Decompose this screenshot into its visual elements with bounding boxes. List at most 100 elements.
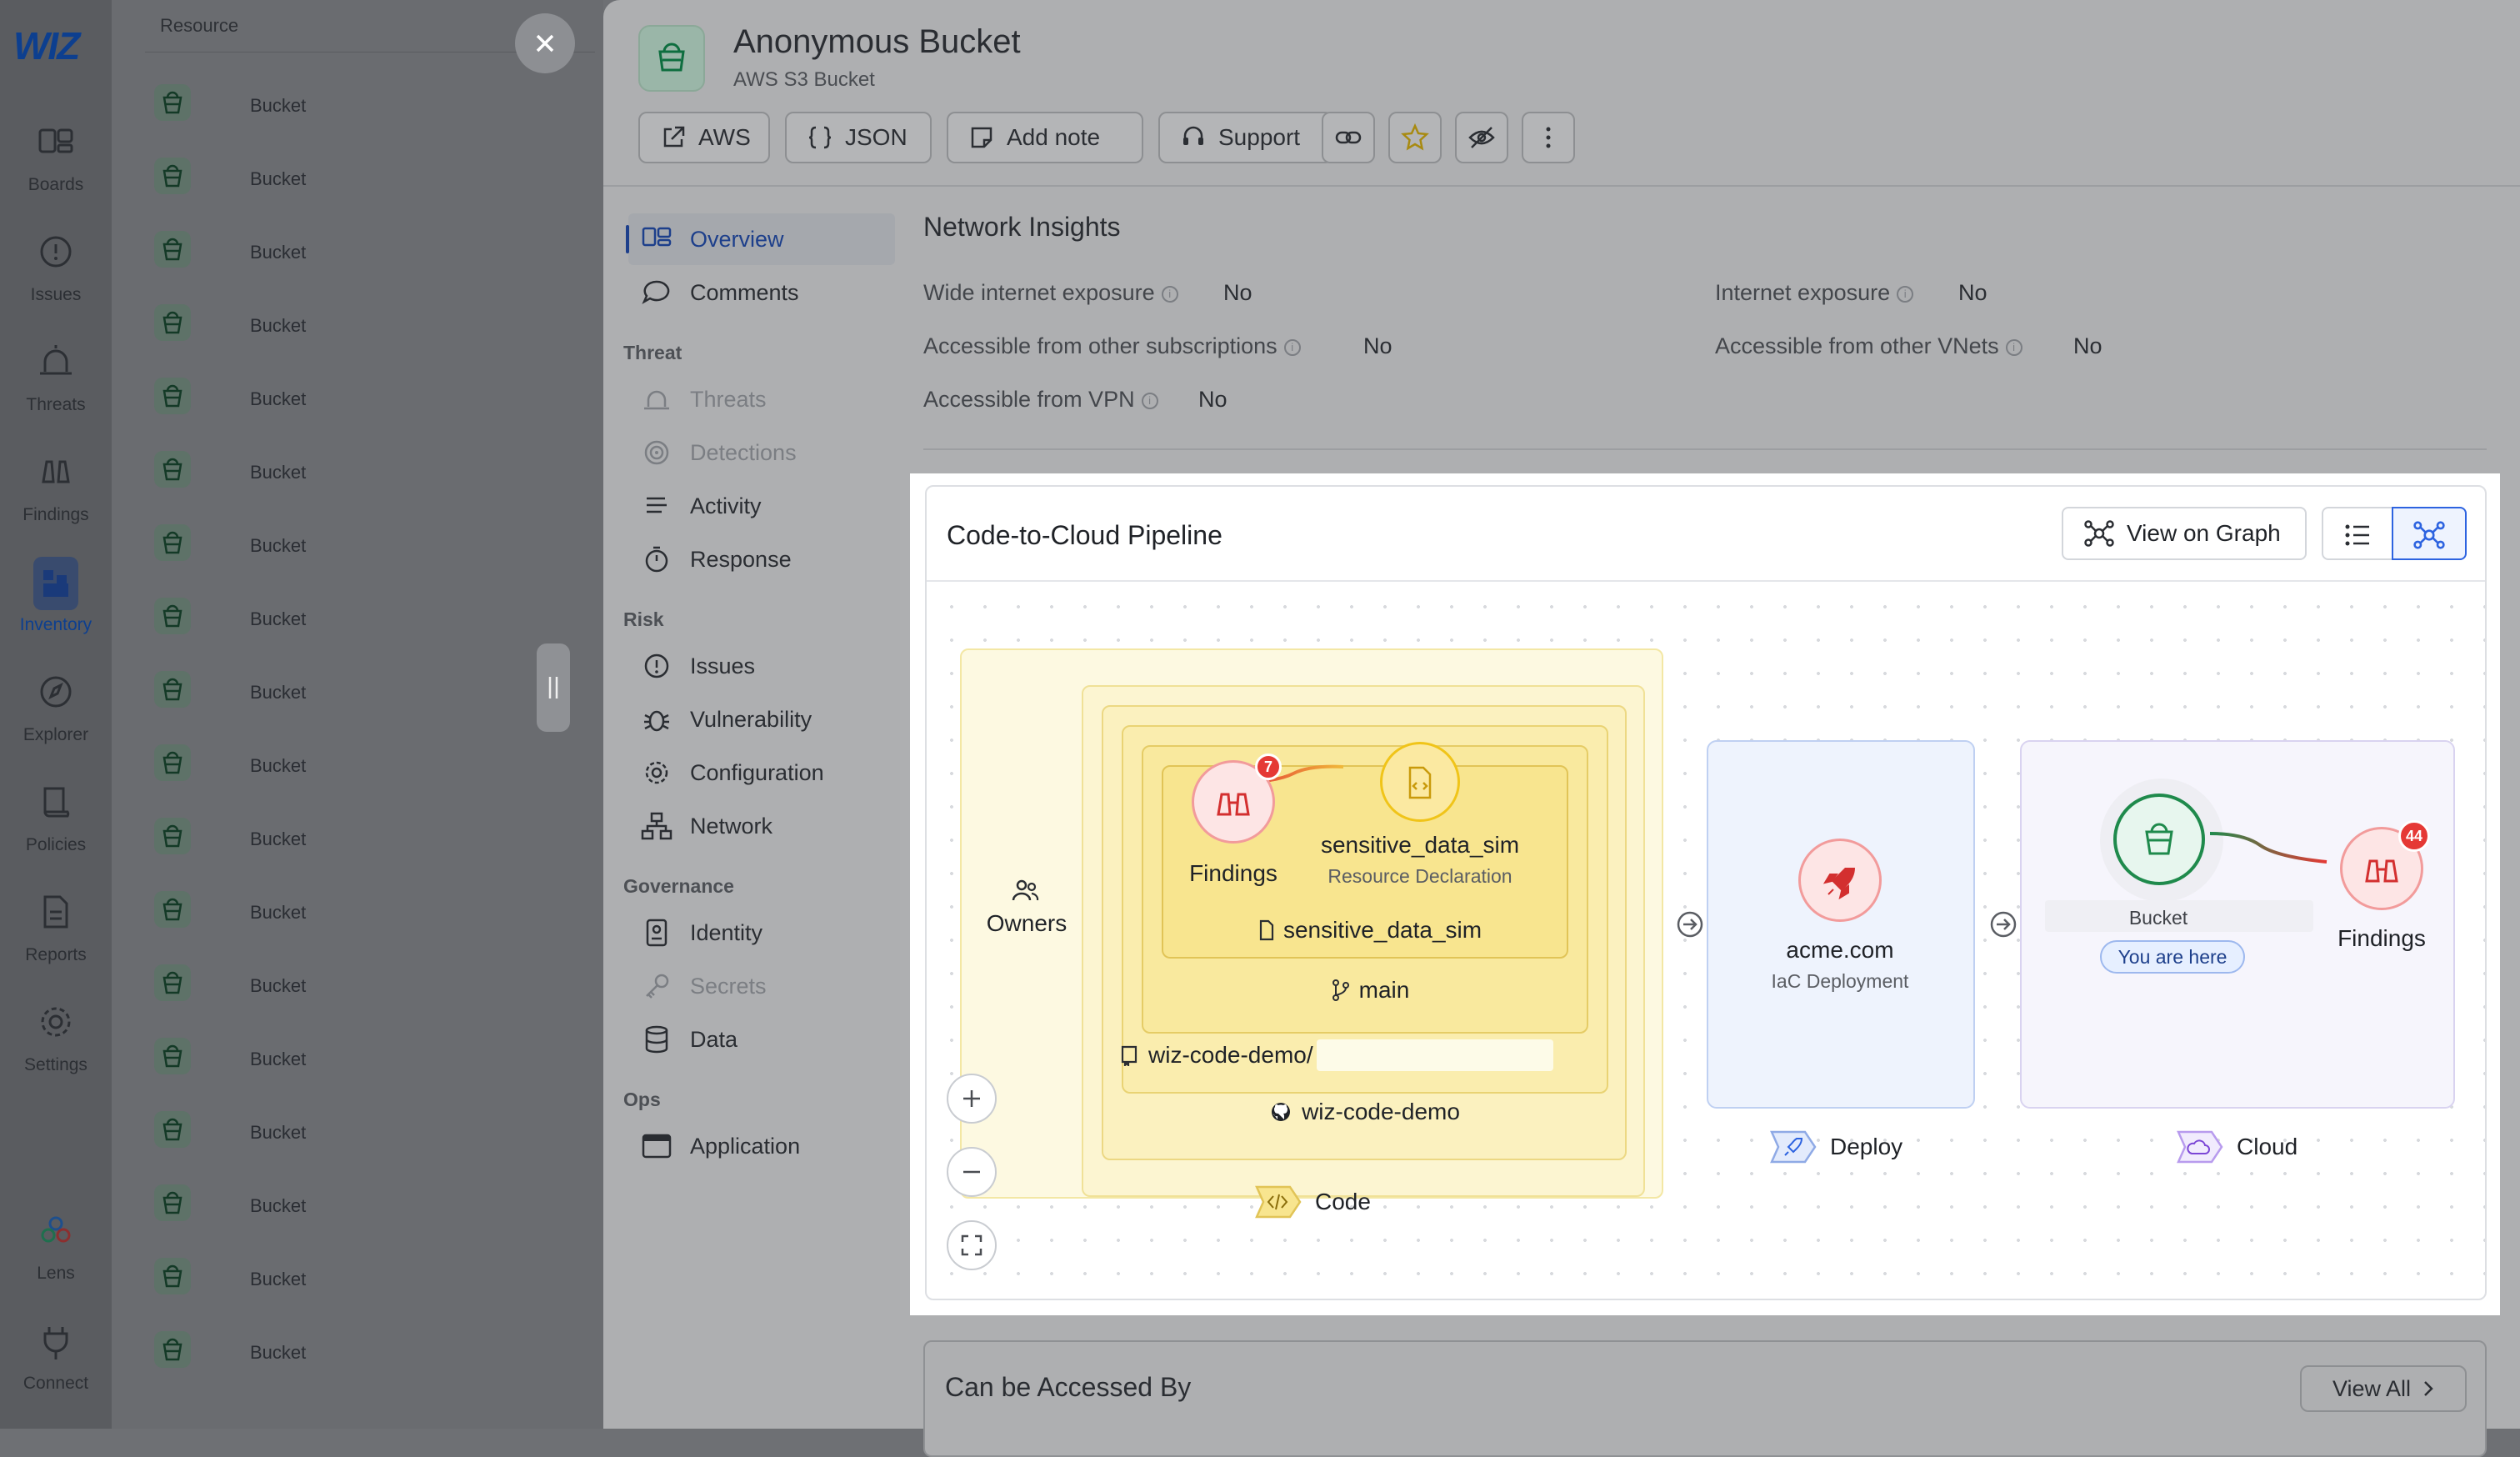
nav-reports[interactable]: Reports	[0, 894, 112, 994]
issues-icon	[40, 236, 72, 268]
info-icon[interactable]: i	[1161, 285, 1178, 303]
resource-row[interactable]: Bucket	[153, 303, 595, 377]
fit-view-button[interactable]	[947, 1220, 997, 1270]
deploy-stage-group	[1707, 740, 1975, 1109]
nav-explorer[interactable]: Explorer	[0, 673, 112, 774]
info-icon[interactable]: i	[2005, 338, 2022, 356]
resource-name: Bucket	[250, 902, 307, 923]
close-drawer-button[interactable]	[515, 13, 575, 73]
resource-row[interactable]: Bucket	[153, 1184, 595, 1257]
bucket-label: Bucket	[2128, 907, 2188, 929]
resource-row[interactable]: Bucket	[153, 230, 595, 303]
iac-deployment-node[interactable]	[1798, 839, 1882, 922]
resource-row[interactable]: Bucket	[153, 157, 595, 230]
menu-label: Response	[690, 546, 792, 572]
resource-declaration-node[interactable]	[1380, 742, 1460, 822]
resource-row[interactable]: Bucket	[153, 1257, 595, 1330]
graph-view-toggle[interactable]	[2392, 507, 2467, 560]
resize-handle[interactable]	[537, 643, 570, 732]
info-icon[interactable]: i	[1141, 392, 1158, 409]
bucket-icon	[154, 744, 191, 781]
list-view-toggle[interactable]	[2322, 507, 2393, 560]
info-icon[interactable]: i	[1283, 338, 1301, 356]
explorer-icon	[40, 676, 72, 708]
menu-response[interactable]: Response	[628, 533, 895, 585]
info-icon[interactable]: i	[1897, 285, 1914, 303]
zoom-out-button[interactable]	[947, 1147, 997, 1197]
aws-button[interactable]: AWS	[638, 112, 770, 163]
resource-row[interactable]: Bucket	[153, 1110, 595, 1184]
resource-row[interactable]: Bucket	[153, 817, 595, 890]
zoom-in-button[interactable]	[947, 1074, 997, 1124]
menu-label: Threats	[690, 386, 767, 412]
nav-policies[interactable]: Policies	[0, 784, 112, 884]
resource-row[interactable]: Bucket	[153, 1330, 595, 1404]
more-actions-button[interactable]	[1522, 112, 1575, 163]
ignore-button[interactable]	[1455, 112, 1508, 163]
connect-icon	[43, 1327, 68, 1359]
support-button[interactable]: Support	[1158, 112, 1333, 163]
menu-overview[interactable]: Overview	[626, 213, 895, 265]
copy-link-button[interactable]	[1322, 112, 1375, 163]
resource-row[interactable]: Bucket	[153, 83, 595, 157]
menu-detections[interactable]: Detections	[628, 427, 895, 478]
nav-findings[interactable]: Findings	[0, 453, 112, 553]
resource-row[interactable]: Bucket	[153, 597, 595, 670]
reports-icon	[43, 895, 68, 929]
nav-label: Explorer	[22, 725, 89, 744]
eye-off-icon	[1468, 127, 1495, 148]
resource-name: Bucket	[250, 95, 307, 116]
menu-issues[interactable]: Issues	[628, 640, 895, 692]
nav-label: Inventory	[19, 615, 92, 634]
minus-icon	[963, 1170, 980, 1174]
resource-row[interactable]: Bucket	[153, 890, 595, 964]
nav-settings[interactable]: Settings	[0, 1004, 112, 1104]
view-all-button[interactable]: View All	[2300, 1365, 2467, 1412]
close-icon	[536, 34, 554, 53]
resource-row[interactable]: Bucket	[153, 523, 595, 597]
nav-issues[interactable]: Issues	[0, 233, 112, 333]
resource-row[interactable]: Bucket	[153, 744, 595, 817]
nav-label: Settings	[24, 1055, 88, 1074]
inventory-icon	[43, 570, 68, 597]
pipeline-graph-canvas[interactable]: Owners 7 Findings sensitive_data_sim Res…	[927, 582, 2485, 1300]
external-link-icon	[663, 126, 685, 148]
json-button[interactable]: JSON	[785, 112, 932, 163]
resource-row[interactable]: Bucket	[153, 670, 595, 744]
resource-name: Bucket	[250, 755, 307, 776]
favorite-button[interactable]	[1388, 112, 1442, 163]
add-note-button[interactable]: Add note	[947, 112, 1143, 163]
menu-activity[interactable]: Activity	[628, 480, 895, 532]
resource-row[interactable]: Bucket	[153, 450, 595, 523]
nav-inventory[interactable]: Inventory	[0, 557, 112, 663]
add-note-button-label: Add note	[1007, 124, 1101, 150]
cloud-stage-tag: Cloud	[2175, 1129, 2298, 1165]
menu-secrets[interactable]: Secrets	[628, 960, 895, 1012]
menu-vulnerability[interactable]: Vulnerability	[628, 693, 895, 745]
key-icon	[646, 974, 669, 999]
nav-lens[interactable]: Lens	[0, 1212, 112, 1312]
menu-identity[interactable]: Identity	[628, 907, 895, 959]
menu-data[interactable]: Data	[628, 1014, 895, 1065]
activity-icon	[647, 497, 667, 513]
bucket-node[interactable]	[2113, 794, 2205, 885]
nav-connect[interactable]: Connect	[0, 1322, 112, 1422]
resource-row[interactable]: Bucket	[153, 1037, 595, 1110]
nav-threats[interactable]: Threats	[0, 343, 112, 443]
chevron-right-icon	[2424, 1381, 2433, 1396]
nav-boards[interactable]: Boards	[0, 123, 112, 223]
menu-comments[interactable]: Comments	[628, 267, 895, 318]
menu-application[interactable]: Application	[628, 1120, 895, 1172]
menu-configuration[interactable]: Configuration	[628, 747, 895, 799]
redacted-field	[1316, 1039, 1553, 1071]
menu-threats[interactable]: Threats	[628, 373, 895, 425]
menu-network[interactable]: Network	[628, 800, 895, 852]
threats-icon	[40, 345, 72, 375]
view-on-graph-button[interactable]: View on Graph	[2062, 507, 2307, 560]
resource-row[interactable]: Bucket	[153, 964, 595, 1037]
resource-name: Bucket	[250, 829, 307, 849]
resource-row[interactable]: Bucket	[153, 377, 595, 450]
resource-name: Bucket	[250, 608, 307, 629]
bucket-icon	[154, 231, 191, 268]
deploy-tag-icon	[1770, 1130, 1817, 1164]
